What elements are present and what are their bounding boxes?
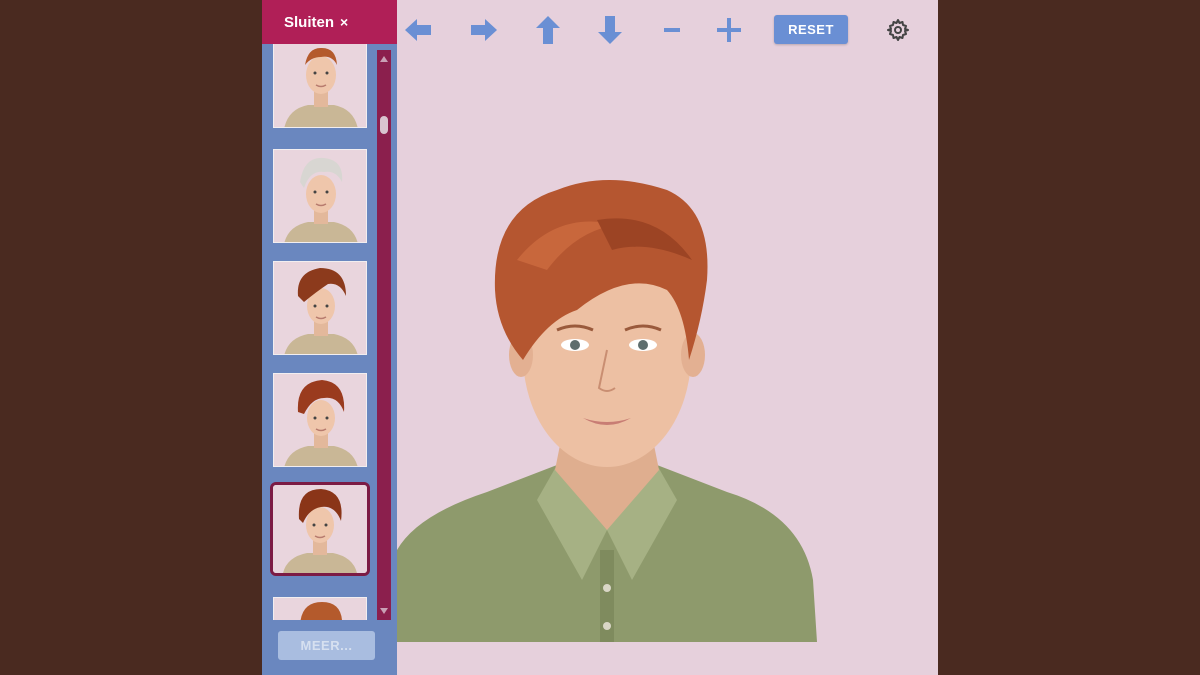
arrow-down-icon[interactable]	[593, 14, 627, 46]
thumbnail-portrait	[274, 262, 366, 354]
scroll-up-arrow-icon[interactable]	[380, 56, 388, 62]
more-button[interactable]: MEER...	[278, 631, 375, 660]
scroll-down-arrow-icon[interactable]	[380, 608, 388, 614]
scrollbar-thumb[interactable]	[380, 116, 388, 134]
gear-icon[interactable]	[886, 18, 910, 42]
reset-button[interactable]: RESET	[774, 15, 848, 44]
hairstyle-thumbnail-1[interactable]	[273, 44, 367, 128]
thumbnail-portrait	[274, 598, 366, 620]
close-sidebar-button[interactable]: Sluiten ×	[262, 0, 397, 44]
thumbnail-scrollbar[interactable]	[377, 50, 391, 620]
hairstyle-thumbnail-3[interactable]	[273, 261, 367, 355]
thumbnail-portrait	[274, 150, 366, 242]
zoom-out-icon[interactable]	[655, 14, 689, 46]
arrow-right-icon[interactable]	[467, 14, 501, 46]
hairstyle-thumbnail-2[interactable]	[273, 149, 367, 243]
thumbnail-portrait	[274, 374, 366, 466]
sidebar: Sluiten × MEER...	[262, 0, 397, 675]
close-icon: ×	[340, 14, 349, 30]
thumbnail-portrait	[274, 44, 366, 127]
hairstyle-thumbnail-6[interactable]	[273, 597, 367, 620]
zoom-in-icon[interactable]	[712, 14, 746, 46]
close-label: Sluiten	[284, 13, 335, 31]
arrow-up-icon[interactable]	[531, 14, 565, 46]
hairstyle-thumbnail-4[interactable]	[273, 373, 367, 467]
hairstyle-thumbnail-5-selected[interactable]	[270, 482, 370, 576]
hairstyle-thumbnail-list	[262, 44, 377, 620]
thumbnail-portrait	[273, 485, 367, 573]
portrait-preview	[397, 180, 817, 642]
hairstyle-app: Sluiten × MEER... RESET	[262, 0, 938, 675]
arrow-left-icon[interactable]	[401, 14, 435, 46]
